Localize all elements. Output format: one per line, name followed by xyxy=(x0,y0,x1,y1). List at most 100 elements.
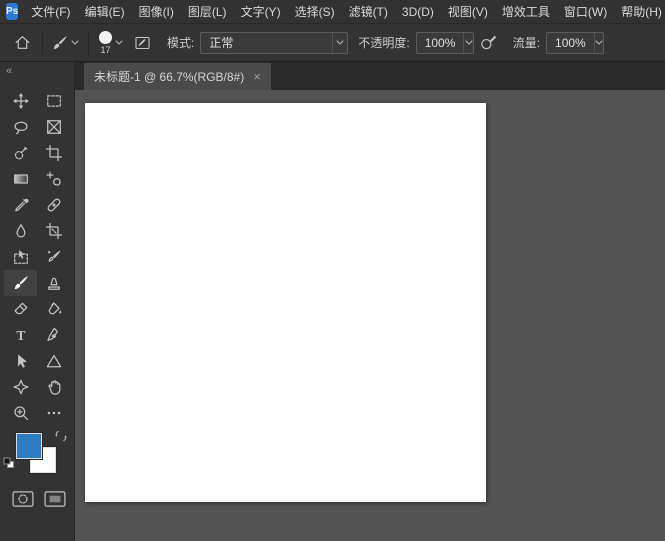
default-colors-button[interactable] xyxy=(3,457,15,469)
photoshop-logo: Ps xyxy=(6,3,19,20)
menu-item-type[interactable]: 文字(Y) xyxy=(234,0,288,23)
menu-item-layer[interactable]: 图层(L) xyxy=(181,0,234,23)
type-icon: T xyxy=(16,328,25,343)
foreground-color-swatch[interactable] xyxy=(16,433,42,459)
default-colors-icon xyxy=(3,457,15,469)
zoom-icon xyxy=(13,406,28,421)
brush-icon xyxy=(14,276,28,290)
tool-type[interactable]: T xyxy=(4,322,37,348)
tool-eraser[interactable] xyxy=(4,296,37,322)
rectangular-marquee-icon xyxy=(46,95,61,107)
svg-text:T: T xyxy=(16,328,25,343)
screen-mode-icon xyxy=(44,491,66,507)
tool-blur[interactable] xyxy=(4,218,37,244)
tool-clone-stamp[interactable] xyxy=(37,270,70,296)
gradient-icon xyxy=(13,174,28,184)
tool-mixer-brush[interactable] xyxy=(37,244,70,270)
tool-zoom[interactable] xyxy=(4,400,37,426)
tool-triangle-shape[interactable] xyxy=(37,348,70,374)
options-bar: 17 模式: 正常 不透明度: 100% 流量: 100% xyxy=(0,24,665,62)
blur-icon xyxy=(15,224,26,238)
flow-label: 流量: xyxy=(512,36,541,50)
swap-arrows-icon xyxy=(55,430,67,442)
pressure-opacity-toggle[interactable] xyxy=(474,34,503,51)
tool-hand[interactable] xyxy=(37,374,70,400)
menu-item-image[interactable]: 图像(I) xyxy=(132,0,181,23)
tool-preset-picker[interactable] xyxy=(48,33,83,53)
document-tab-bar: 未标题-1 @ 66.7%(RGB/8#) × xyxy=(75,62,665,90)
tool-count[interactable] xyxy=(37,166,70,192)
separator xyxy=(88,30,89,55)
tool-crop[interactable] xyxy=(37,140,70,166)
menu-item-help[interactable]: 帮助(H) xyxy=(614,0,665,23)
pen-pressure-icon xyxy=(480,35,496,50)
photoshop-window: Ps 文件(F) 编辑(E) 图像(I) 图层(L) 文字(Y) 选择(S) 滤镜(T) 3D… xyxy=(0,0,665,541)
brush-tip-preview xyxy=(99,30,112,44)
tool-perspective-crop[interactable] xyxy=(37,218,70,244)
brush-tool-icon xyxy=(53,35,67,49)
pen-icon xyxy=(46,327,58,341)
home-button[interactable] xyxy=(8,34,37,51)
toolbar-collapse-button[interactable]: « xyxy=(6,65,12,77)
blend-mode-select[interactable]: 正常 xyxy=(200,31,349,54)
tool-grid: T xyxy=(0,88,74,426)
toolbar-bottom xyxy=(0,482,74,508)
home-icon xyxy=(15,36,30,49)
tab-close-button[interactable]: × xyxy=(253,70,261,83)
brush-size-value: 17 xyxy=(100,44,111,55)
mixer-brush-icon xyxy=(47,250,61,262)
tool-rectangular-marquee[interactable] xyxy=(37,88,70,114)
opacity-select[interactable]: 100% xyxy=(415,31,474,54)
paint-bucket-icon xyxy=(48,302,61,315)
clone-stamp-icon xyxy=(47,277,60,290)
perspective-crop-icon xyxy=(45,223,62,239)
menu-item-filter[interactable]: 滤镜(T) xyxy=(342,0,395,23)
tool-custom-shape[interactable] xyxy=(4,374,37,400)
tool-object-selection[interactable] xyxy=(4,244,37,270)
frame-icon xyxy=(46,120,61,134)
menu-item-edit[interactable]: 编辑(E) xyxy=(78,0,132,23)
move-icon xyxy=(12,93,29,109)
tool-pen[interactable] xyxy=(37,322,70,348)
tool-move[interactable] xyxy=(4,88,37,114)
menu-item-select[interactable]: 选择(S) xyxy=(288,0,342,23)
flow-value: 100% xyxy=(555,35,586,50)
tool-brush[interactable] xyxy=(4,270,37,296)
canvas-area[interactable] xyxy=(75,90,665,541)
eraser-icon xyxy=(13,302,27,315)
tool-path-selection[interactable] xyxy=(4,348,37,374)
tool-gradient[interactable] xyxy=(4,166,37,192)
tool-more-tools[interactable] xyxy=(37,400,70,426)
menu-item-plugins[interactable]: 增效工具 xyxy=(495,0,557,23)
brush-preset-picker[interactable]: 17 xyxy=(94,30,128,55)
canvas[interactable] xyxy=(85,103,486,502)
quick-mask-button[interactable] xyxy=(12,490,34,508)
spot-healing-brush-icon xyxy=(47,198,60,212)
menu-item-file[interactable]: 文件(F) xyxy=(24,0,77,23)
custom-shape-icon xyxy=(13,379,28,395)
screen-mode-button[interactable] xyxy=(44,490,66,508)
toggle-brush-settings-button[interactable] xyxy=(128,35,157,51)
document-tab[interactable]: 未标题-1 @ 66.7%(RGB/8#) × xyxy=(84,63,271,90)
swap-colors-button[interactable] xyxy=(55,430,67,442)
count-icon xyxy=(46,171,61,186)
path-selection-icon xyxy=(17,354,27,368)
chevron-down-icon xyxy=(332,32,347,53)
brush-settings-panel-icon xyxy=(135,36,150,49)
object-selection-icon xyxy=(13,250,28,264)
tool-eyedropper[interactable] xyxy=(4,192,37,218)
flow-select[interactable]: 100% xyxy=(546,31,605,54)
separator xyxy=(42,30,43,55)
more-tools-icon xyxy=(47,411,60,415)
menu-item-window[interactable]: 窗口(W) xyxy=(557,0,614,23)
menu-item-view[interactable]: 视图(V) xyxy=(441,0,495,23)
chevron-down-icon xyxy=(593,32,603,53)
menu-bar: Ps 文件(F) 编辑(E) 图像(I) 图层(L) 文字(Y) 选择(S) 滤镜(T) 3D… xyxy=(0,0,665,24)
tool-lasso[interactable] xyxy=(4,114,37,140)
tool-spot-healing-brush[interactable] xyxy=(37,192,70,218)
tool-paint-bucket[interactable] xyxy=(37,296,70,322)
tool-quick-selection[interactable] xyxy=(4,140,37,166)
menu-item-3d[interactable]: 3D(D) xyxy=(395,0,441,23)
tool-frame[interactable] xyxy=(37,114,70,140)
chevron-down-icon xyxy=(463,32,473,53)
